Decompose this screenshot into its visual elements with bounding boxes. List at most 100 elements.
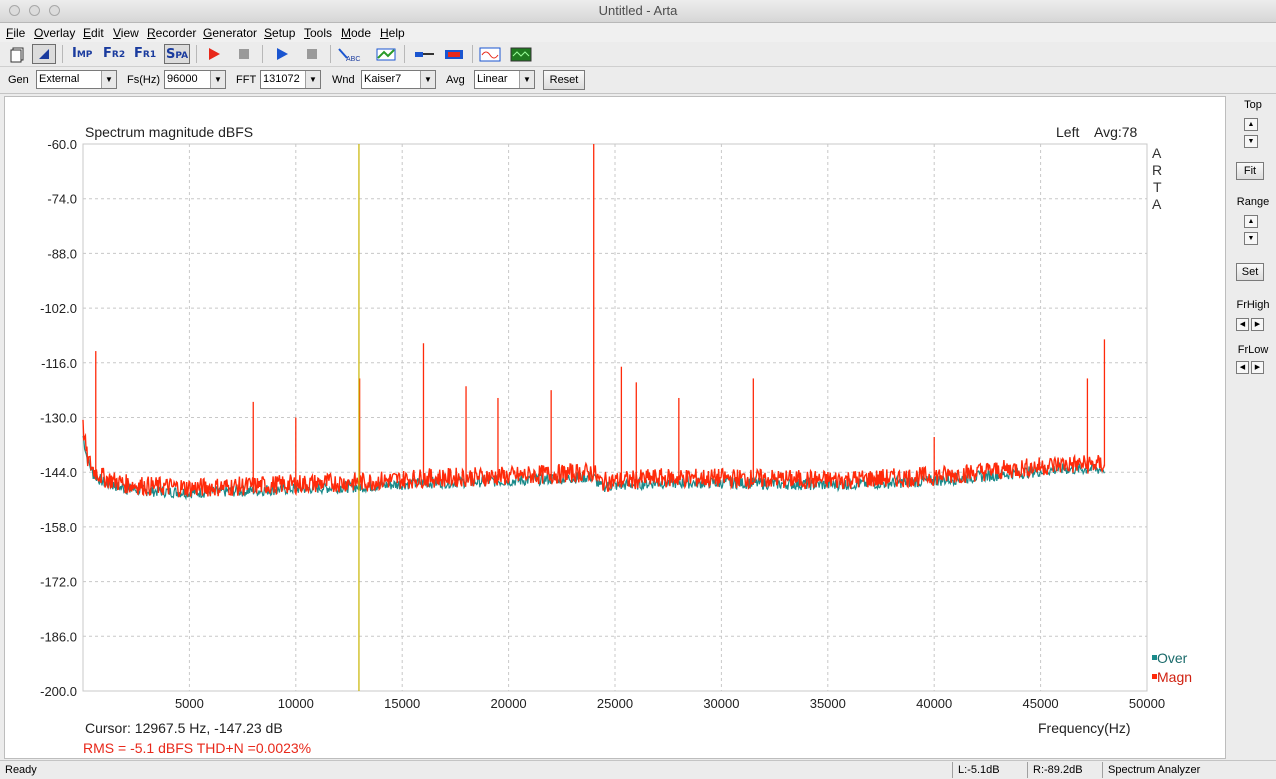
fit-button[interactable]: Fit <box>1236 162 1264 180</box>
x-axis-label: Frequency(Hz) <box>1038 720 1131 736</box>
arta-letter: A <box>1152 145 1162 161</box>
spectrum-plot[interactable]: -60.0 -74.0 -88.0 -102.0 -116.0 -130.0 -144.0 -… <box>4 96 1226 759</box>
top-down-button[interactable]: ▼ <box>1244 135 1258 148</box>
top-label: Top <box>1244 99 1262 111</box>
menu-help[interactable]: Help <box>380 26 405 40</box>
window-title: Untitled - Arta <box>598 3 678 18</box>
x-tick-label: 30000 <box>703 696 739 711</box>
y-tick-label: -200.0 <box>40 684 77 699</box>
status-right-level: R:-89.2dB <box>1033 764 1083 776</box>
range-label: Range <box>1236 196 1270 208</box>
legend-magn-label: Magn <box>1157 669 1192 685</box>
menu-generator[interactable]: Generator <box>203 26 257 40</box>
generator-wave-icon[interactable] <box>478 44 502 64</box>
toolbar-separator <box>62 45 63 63</box>
y-tick-label: -88.0 <box>47 246 77 261</box>
arta-letter: A <box>1152 196 1162 212</box>
status-bar: Ready L:-5.1dB R:-89.2dB Spectrum Analyz… <box>0 760 1276 779</box>
y-tick-label: -186.0 <box>40 629 77 644</box>
play-icon[interactable] <box>270 44 294 64</box>
scope-icon[interactable] <box>509 44 533 64</box>
x-tick-label: 20000 <box>491 696 527 711</box>
menu-file[interactable]: File <box>6 26 25 40</box>
frhigh-label: FrHigh <box>1236 299 1270 311</box>
new-file-icon[interactable] <box>6 44 30 64</box>
top-up-button[interactable]: ▲ <box>1244 118 1258 131</box>
frlow-right-button[interactable]: ▶ <box>1251 361 1264 374</box>
frlow-left-button[interactable]: ◀ <box>1236 361 1249 374</box>
stop-play-icon[interactable] <box>300 44 324 64</box>
wnd-select[interactable]: Kaiser7 ▼ <box>361 70 436 89</box>
toolbar-separator <box>262 45 263 63</box>
status-mode-cell: Spectrum Analyzer <box>1102 762 1276 778</box>
set-button[interactable]: Set <box>1236 263 1264 281</box>
menu-view[interactable]: View <box>113 26 139 40</box>
spa-mode-button[interactable]: SPA <box>164 44 190 64</box>
x-tick-label: 10000 <box>278 696 314 711</box>
toolbar-separator <box>330 45 331 63</box>
status-mode: Spectrum Analyzer <box>1108 764 1201 776</box>
range-up-button[interactable]: ▲ <box>1244 215 1258 228</box>
y-tick-label: -158.0 <box>40 520 77 535</box>
y-tick-label: -60.0 <box>47 137 77 152</box>
x-tick-label: 35000 <box>810 696 846 711</box>
frhigh-left-button[interactable]: ◀ <box>1236 318 1249 331</box>
x-tick-label: 40000 <box>916 696 952 711</box>
rms-thd-readout: RMS = -5.1 dBFS THD+N =0.0023% <box>83 740 311 756</box>
signal-mode-icon[interactable] <box>32 44 56 64</box>
fft-select[interactable]: 131072 ▼ <box>260 70 321 89</box>
chevron-down-icon: ▼ <box>420 71 435 88</box>
menu-mode[interactable]: Mode <box>341 26 371 40</box>
avg-select[interactable]: Linear ▼ <box>474 70 535 89</box>
avg-label: Avg <box>446 74 465 86</box>
gen-label: Gen <box>8 74 29 86</box>
chevron-down-icon: ▼ <box>210 71 225 88</box>
frhigh-right-button[interactable]: ▶ <box>1251 318 1264 331</box>
right-control-panel: Top ▲ ▼ Fit Range ▲ ▼ Set FrHigh ◀ ▶ FrL… <box>1230 96 1276 759</box>
fs-select[interactable]: 96000 ▼ <box>164 70 226 89</box>
x-tick-label: 50000 <box>1129 696 1165 711</box>
cable-icon[interactable] <box>412 44 436 64</box>
toolbar: IMP FR2 FR1 SPA ABC <box>0 42 1276 67</box>
status-left-level: L:-5.1dB <box>958 764 1000 776</box>
y-tick-label: -130.0 <box>40 411 77 426</box>
reset-button[interactable]: Reset <box>543 70 585 90</box>
abc-icon[interactable]: ABC <box>337 44 363 64</box>
device-icon[interactable] <box>442 44 466 64</box>
spectrum-chart[interactable]: -60.0 -74.0 -88.0 -102.0 -116.0 -130.0 -144.0 -… <box>5 97 1225 758</box>
stop-icon[interactable] <box>232 44 256 64</box>
menu-bar: File Overlay Edit View Recorder Generato… <box>0 23 1276 42</box>
menu-setup[interactable]: Setup <box>264 26 295 40</box>
title-bar: Untitled - Arta <box>0 0 1276 23</box>
record-icon[interactable] <box>202 44 226 64</box>
y-tick-label: -102.0 <box>40 301 77 316</box>
toolbar-separator <box>472 45 473 63</box>
fft-label: FFT <box>236 74 257 86</box>
range-down-button[interactable]: ▼ <box>1244 232 1258 245</box>
chevron-down-icon: ▼ <box>519 71 534 88</box>
arta-letter: T <box>1153 179 1162 195</box>
avg-count-label: Avg:78 <box>1094 124 1138 140</box>
fr2-mode-button[interactable]: FR2 <box>103 44 129 64</box>
x-tick-label: 15000 <box>384 696 420 711</box>
chevron-down-icon: ▼ <box>305 71 320 88</box>
overlay-icon[interactable] <box>374 44 398 64</box>
status-right-level-cell: R:-89.2dB <box>1027 762 1100 778</box>
y-tick-label: -74.0 <box>47 192 77 207</box>
status-text: Ready <box>5 764 37 776</box>
channel-label: Left <box>1056 124 1079 140</box>
y-tick-label: -144.0 <box>40 465 77 480</box>
toolbar-separator <box>404 45 405 63</box>
menu-overlay[interactable]: Overlay <box>34 26 75 40</box>
svg-text:ABC: ABC <box>346 56 360 63</box>
x-tick-label: 5000 <box>175 696 204 711</box>
gen-select[interactable]: External ▼ <box>36 70 117 89</box>
impulse-mode-button[interactable]: IMP <box>72 44 98 64</box>
arta-letter: R <box>1152 162 1162 178</box>
fr1-mode-button[interactable]: FR1 <box>134 44 160 64</box>
wnd-label: Wnd <box>332 74 355 86</box>
chevron-down-icon: ▼ <box>101 71 116 88</box>
menu-tools[interactable]: Tools <box>304 26 332 40</box>
menu-recorder[interactable]: Recorder <box>147 26 196 40</box>
menu-edit[interactable]: Edit <box>83 26 104 40</box>
